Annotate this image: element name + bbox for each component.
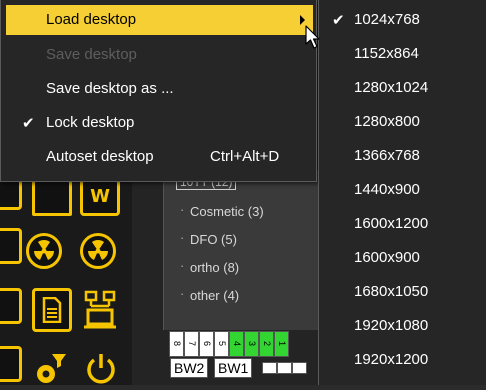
radiation-tool-icon[interactable] [26, 233, 62, 269]
menu-item-label: Load desktop [46, 11, 137, 28]
submenu-item-label: 1600x900 [354, 249, 420, 266]
submenu-item-label: 1280x800 [354, 113, 420, 130]
layout-cell-active[interactable]: 4 [229, 331, 244, 357]
tool-partial-icon-4[interactable] [0, 346, 22, 382]
submenu-item-label: 1600x1200 [354, 215, 429, 232]
submenu-item-1920x1080[interactable]: 1920x1080 [319, 312, 486, 340]
tool-palette: W [0, 170, 132, 385]
submenu-arrow-icon [300, 15, 305, 25]
menu-item-label: Autoset desktop [46, 148, 154, 165]
study-tree-panel: 10TT (12) · Cosmetic (3) · DFO (5) · ortho … [163, 170, 334, 330]
tree-item-label: Cosmetic (3) [190, 204, 264, 219]
layout-cell-label: 1 [277, 341, 287, 347]
tree-item[interactable]: · ortho (8) [180, 258, 240, 275]
submenu-item-label: 1024x768 [354, 11, 420, 28]
submenu-item-1024x768[interactable]: ✔ 1024x768 [319, 6, 486, 34]
submenu-item-1920x1200[interactable]: 1920x1200 [319, 346, 486, 374]
submenu-item-label: 1366x768 [354, 147, 420, 164]
submenu-item-1366x768[interactable]: 1366x768 [319, 142, 486, 170]
menu-item-label: Save desktop [46, 46, 137, 63]
tree-connector-icon: · [180, 202, 185, 217]
resolution-submenu: ✔ 1024x768 1152x864 1280x1024 1280x800 1… [318, 0, 486, 385]
menu-item-save-desktop-as[interactable]: Save desktop as ... [6, 74, 313, 104]
document-tool-icon[interactable] [32, 288, 72, 332]
tree-connector-icon: · [180, 230, 185, 245]
tree-item[interactable]: · DFO (5) [180, 230, 237, 247]
submenu-item-1600x900[interactable]: 1600x900 [319, 244, 486, 272]
tree-item[interactable]: · Cosmetic (3) [180, 202, 264, 219]
layout-cell-active[interactable]: 1 [274, 331, 289, 357]
layout-cell-active[interactable]: 2 [259, 331, 274, 357]
submenu-item-1600x1200[interactable]: 1600x1200 [319, 210, 486, 238]
menu-item-save-desktop: Save desktop [6, 40, 313, 70]
mini-cell[interactable] [292, 362, 307, 374]
tool-partial-icon-3[interactable] [0, 288, 22, 324]
tree-connector-icon: · [180, 286, 185, 301]
power-tool-icon[interactable] [82, 350, 120, 388]
radiation-film-tool-icon[interactable] [80, 233, 116, 269]
layout-cell[interactable]: 6 [199, 331, 214, 357]
mini-cell[interactable] [262, 362, 277, 374]
tree-item-label: DFO (5) [190, 232, 237, 247]
layout-cell-label: 2 [262, 341, 272, 347]
tree-item-label: ortho (8) [190, 260, 240, 275]
layout-cell[interactable]: 7 [184, 331, 199, 357]
mouse-cursor-icon [305, 25, 320, 49]
network-computer-tool-icon[interactable] [80, 288, 120, 332]
bw2-button[interactable]: BW2 [170, 358, 209, 378]
submenu-item-label: 1920x1200 [354, 351, 429, 368]
menu-item-label: Lock desktop [46, 114, 135, 131]
menu-item-lock-desktop[interactable]: ✔ Lock desktop [6, 108, 313, 138]
layout-cell-label: 6 [202, 341, 212, 347]
layout-cell-label: 5 [217, 341, 227, 347]
window-tool-icon[interactable] [32, 176, 72, 216]
menu-item-shortcut: Ctrl+Alt+D [210, 148, 280, 165]
layout-cell[interactable]: 5 [214, 331, 229, 357]
submenu-item-label: 1280x1024 [354, 79, 429, 96]
submenu-item-1440x900[interactable]: 1440x900 [319, 176, 486, 204]
layout-cell-active[interactable]: 3 [244, 331, 259, 357]
submenu-item-label: 1920x1080 [354, 317, 429, 334]
menu-item-load-desktop[interactable]: Load desktop [6, 5, 313, 35]
layout-cell-label: 4 [232, 341, 242, 347]
tree-connector-icon: · [180, 258, 185, 273]
layout-cell-label: 8 [172, 341, 182, 347]
settings-filter-tool-icon[interactable] [30, 350, 70, 390]
submenu-item-label: 1680x1050 [354, 283, 429, 300]
letter-w-tool-icon[interactable]: W [80, 176, 120, 216]
submenu-item-label: 1440x900 [354, 181, 420, 198]
submenu-item-1280x1024[interactable]: 1280x1024 [319, 74, 486, 102]
checkmark-icon: ✔ [332, 11, 345, 29]
menu-item-label: Save desktop as ... [46, 80, 174, 97]
submenu-item-1680x1050[interactable]: 1680x1050 [319, 278, 486, 306]
layout-cell-label: 3 [247, 341, 257, 347]
bw1-button[interactable]: BW1 [214, 358, 253, 378]
submenu-item-label: 1152x864 [354, 45, 419, 62]
submenu-item-1152x864[interactable]: 1152x864 [319, 40, 486, 68]
tree-item[interactable]: · other (4) [180, 286, 240, 303]
checkmark-icon: ✔ [22, 114, 35, 132]
menu-item-autoset-desktop[interactable]: Autoset desktop Ctrl+Alt+D [6, 142, 313, 172]
layout-cell-label: 7 [187, 341, 197, 347]
tool-partial-icon-2[interactable] [0, 228, 22, 264]
submenu-item-1280x800[interactable]: 1280x800 [319, 108, 486, 136]
tree-item-label: other (4) [190, 288, 240, 303]
desktop-menu: Load desktop Save desktop Save desktop a… [0, 0, 317, 182]
layout-cell[interactable]: 8 [169, 331, 184, 357]
mini-cell[interactable] [277, 362, 292, 374]
